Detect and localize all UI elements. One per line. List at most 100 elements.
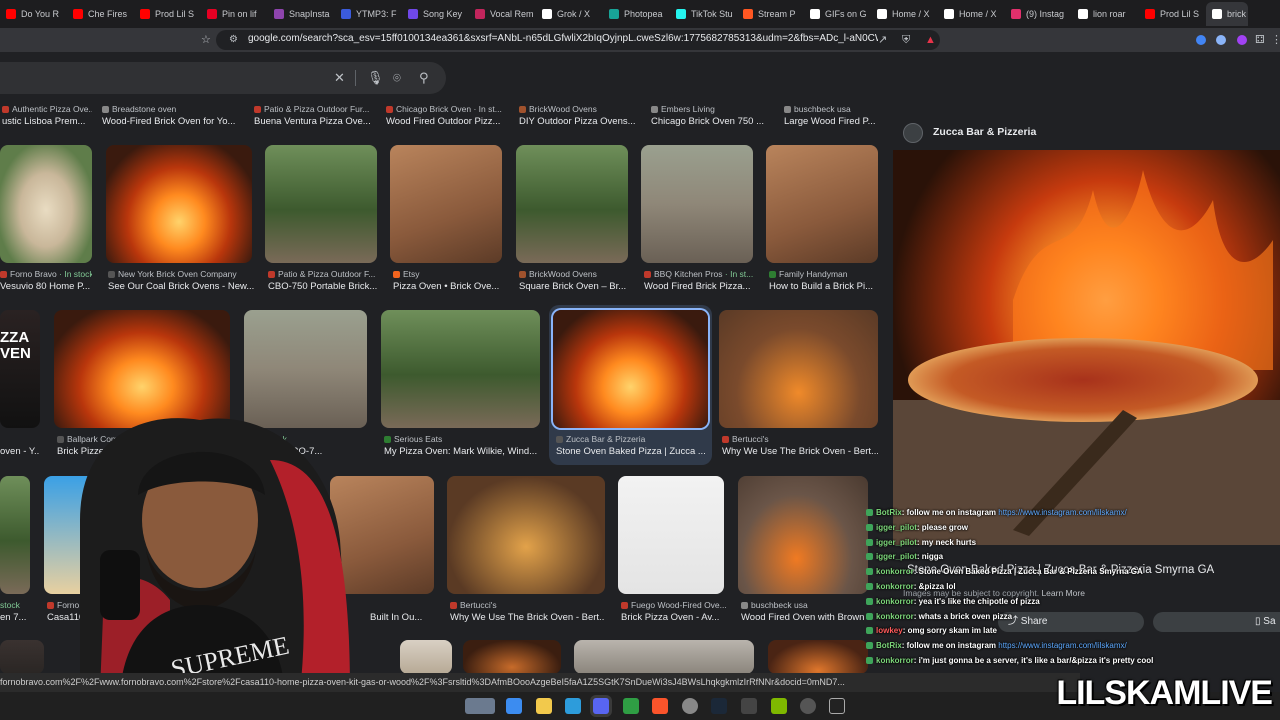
result-source[interactable]: Bertucci's [722,434,878,445]
result-thumbnail[interactable] [390,145,502,263]
result-title[interactable]: CBO-750 Portable Brick... [268,281,380,293]
result-title[interactable]: Why We Use The Brick Oven - Bert... [450,612,605,624]
puzzle-icon[interactable]: ⚃ [1255,33,1265,47]
result-title[interactable]: Large Wood Fired P... [784,116,880,128]
browser-tab[interactable]: YTMP3: F [335,2,402,26]
browser-tab[interactable]: (9) Instag [1005,2,1072,26]
result-source[interactable]: BBQ Kitchen Pros · In st... [644,269,756,280]
result-thumbnail[interactable] [618,476,724,594]
result-source[interactable]: BrickWood Ovens [519,104,637,115]
browser-tab[interactable]: Photopea [603,2,670,26]
result-thumbnail[interactable] [766,145,878,263]
obs-icon[interactable] [682,698,698,714]
result-title[interactable]: Square Brick Oven – Br... [519,281,631,293]
result-title[interactable]: Brick Pizza Oven - Av... [621,612,731,624]
result-source[interactable]: Bertucci's [450,600,605,611]
result-thumbnail[interactable] [516,145,628,263]
browser-tab[interactable]: Vocal Rem [469,2,536,26]
search-input[interactable]: ✕ 🎙 ⌾ ⚲ [0,62,446,94]
result-source[interactable]: Breadstone oven [102,104,242,115]
result-title[interactable]: Stone Oven Baked Pizza | Zucca ... [556,446,706,458]
result-source[interactable]: Zucca Bar & Pizzeria [556,434,706,445]
result-source[interactable]: buschbeck usa [741,600,871,611]
result-title[interactable]: Why We Use The Brick Oven - Bert... [722,446,878,458]
result-source[interactable]: BrickWood Ovens [519,269,631,280]
result-title[interactable]: Wood Fired Oven with Brown [741,612,871,624]
app-icon[interactable] [741,698,757,714]
browser-tab[interactable]: Prod Lil S [134,2,201,26]
panel-site-name[interactable]: Zucca Bar & Pizzeria [933,126,1036,138]
result-source[interactable]: buschbeck usa [784,104,880,115]
result-thumbnail[interactable] [553,310,708,428]
browser-tab[interactable]: GIFs on G [804,2,871,26]
shield-icon[interactable]: ⛨ [902,33,910,47]
browser-tab[interactable]: TikTok Stu [670,2,737,26]
browser-tab[interactable]: Home / X [938,2,1005,26]
result-thumbnail[interactable] [641,145,753,263]
url-text[interactable]: google.com/search?sca_esv=15ff0100134ea3… [248,33,878,44]
extension-icon[interactable] [1237,35,1247,45]
app-icon[interactable] [623,698,639,714]
app-icon[interactable] [829,698,845,714]
camera-search-icon[interactable]: ⌾ [393,70,401,86]
brave-rewards-icon[interactable]: ▲ [925,33,936,47]
result-source[interactable]: Chicago Brick Oven · In st... [386,104,506,115]
result-title[interactable]: Vesuvio 80 Home P... [0,281,92,293]
result-thumbnail[interactable] [0,145,92,263]
app-icon[interactable] [800,698,816,714]
result-title[interactable]: Wood Fired Brick Pizza... [644,281,756,293]
browser-tab[interactable]: Stream P [737,2,804,26]
widgets-icon[interactable] [465,698,495,714]
discord-icon[interactable] [593,698,609,714]
result-source[interactable]: Family Handyman [769,269,881,280]
result-source[interactable]: Fuego Wood-Fired Ove... [621,600,731,611]
result-source[interactable]: Patio & Pizza Outdoor F... [268,269,380,280]
browser-tab[interactable]: SnapInsta [268,2,335,26]
browser-tab[interactable]: Pin on lif [201,2,268,26]
result-title[interactable]: ustic Lisboa Prem... [2,116,92,128]
result-title[interactable]: Chicago Brick Oven 750 ... [651,116,769,128]
result-thumbnail[interactable] [447,476,605,594]
result-source[interactable]: Patio & Pizza Outdoor Fur... [254,104,372,115]
browser-tab[interactable]: lion roar [1072,2,1139,26]
result-thumbnail[interactable] [738,476,868,594]
browser-tab[interactable]: Grok / X [536,2,603,26]
extension-icon[interactable] [1216,35,1226,45]
app-icon[interactable] [771,698,787,714]
result-thumbnail[interactable] [768,640,868,674]
result-thumbnail[interactable] [106,145,252,263]
brave-browser-icon[interactable] [652,698,668,714]
close-icon[interactable]: ✕ [334,70,345,86]
result-thumbnail[interactable] [574,640,754,674]
result-source[interactable]: New York Brick Oven Company [108,269,254,280]
result-source[interactable]: Etsy [393,269,505,280]
copilot-icon[interactable] [506,698,522,714]
extension-icon[interactable] [1196,35,1206,45]
result-thumbnail[interactable] [265,145,377,263]
result-thumbnail[interactable] [719,310,878,428]
result-source[interactable]: Forno Bravo · In stock [0,269,92,280]
result-title[interactable]: DIY Outdoor Pizza Ovens... [519,116,637,128]
result-title[interactable]: How to Build a Brick Pi... [769,281,881,293]
share-page-icon[interactable]: ↗ [878,33,887,47]
result-title[interactable]: See Our Coal Brick Ovens - New... [108,281,254,293]
store-icon[interactable] [565,698,581,714]
result-thumbnail[interactable] [463,640,561,674]
search-icon[interactable]: ⚲ [419,70,429,86]
browser-tab[interactable]: Che Fires [67,2,134,26]
microphone-icon[interactable]: 🎙 [367,70,384,86]
site-info-icon[interactable]: ⚙ [229,33,238,47]
file-explorer-icon[interactable] [536,698,552,714]
result-title[interactable]: Wood-Fired Brick Oven for Yo... [102,116,242,128]
browser-tab[interactable]: Song Key [402,2,469,26]
result-source[interactable]: Embers Living [651,104,769,115]
result-title[interactable]: Buena Ventura Pizza Ove... [254,116,372,128]
bookmark-icon[interactable]: ☆ [201,33,211,47]
result-source[interactable]: Authentic Pizza Ove... [2,104,92,115]
browser-tab[interactable]: Home / X [871,2,938,26]
result-title[interactable]: Pizza Oven • Brick Ove... [393,281,505,293]
result-title[interactable]: Wood Fired Outdoor Pizz... [386,116,506,128]
browser-tab[interactable]: brick [1206,2,1248,26]
preview-image[interactable] [893,150,1280,545]
menu-icon[interactable]: ⋮ [1271,33,1280,47]
